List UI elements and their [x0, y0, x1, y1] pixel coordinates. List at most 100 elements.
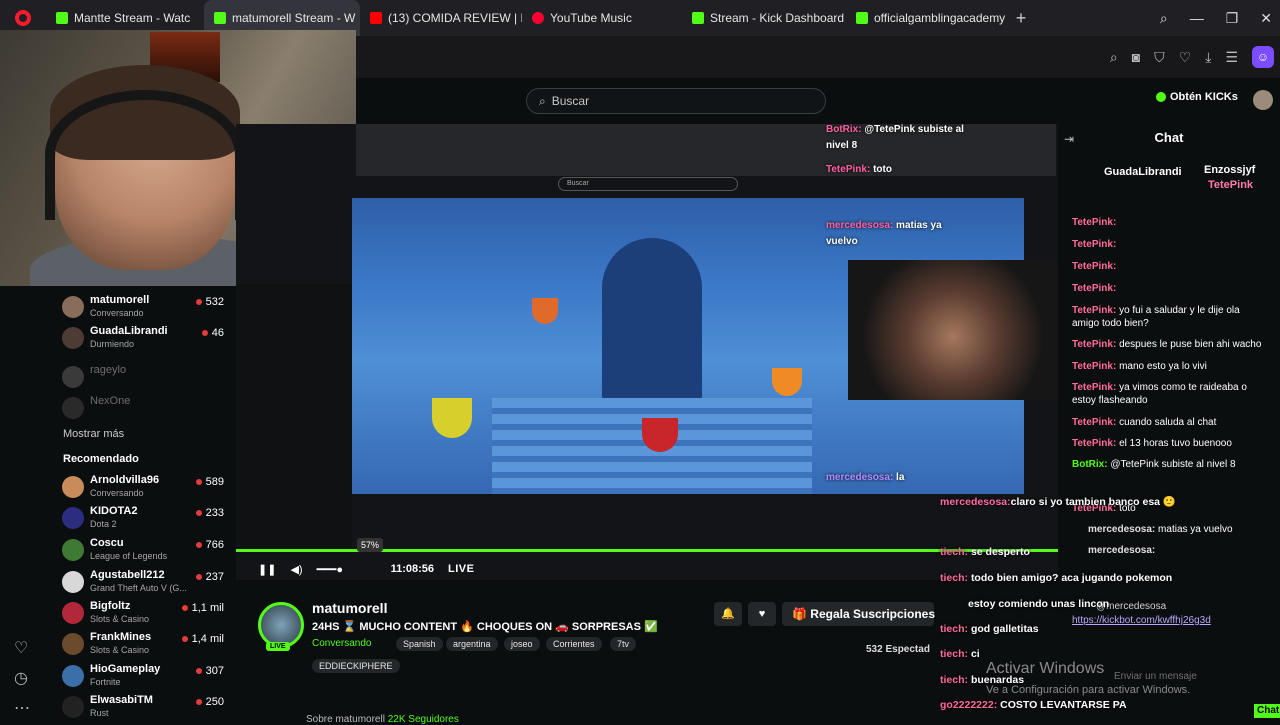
get-kicks-button[interactable]: Obtén KICKs — [1156, 91, 1238, 103]
channel-name: HioGameplay — [90, 663, 161, 675]
avatar — [62, 539, 84, 561]
menu-icon[interactable]: ☰ — [1225, 49, 1238, 66]
search-input[interactable]: ⌕ Buscar — [526, 88, 826, 114]
overlay-chat: BotRix: @TetePink subiste al nivel 8 Tet… — [826, 124, 1058, 580]
user-avatar[interactable] — [1253, 90, 1273, 110]
heart-icon[interactable]: ♡ — [1179, 49, 1192, 66]
browser-tab[interactable]: Stream - Kick Dashboard — [682, 0, 846, 36]
channel-name: ElwasabiTM — [90, 694, 153, 706]
avatar — [62, 296, 84, 318]
sidebar-channel[interactable]: GuadaLibrandi Durmiendo 46 — [62, 325, 226, 355]
stream-tag[interactable]: Spanish — [396, 637, 443, 651]
kick-header: ⌕ Buscar Obtén KICKs — [356, 78, 1280, 124]
browser-tab[interactable]: (13) COMIDA REVIEW | M — [360, 0, 522, 36]
streamer-name[interactable]: matumorell — [312, 600, 387, 616]
viewer-count: 237 — [196, 571, 224, 583]
gifter-name[interactable]: GuadaLibrandi — [1104, 166, 1182, 178]
kick-icon — [692, 12, 704, 24]
chat-message[interactable]: TetePink: — [1072, 282, 1116, 296]
send-chat-button[interactable]: Chat — [1254, 704, 1280, 718]
channel-category: Durmiendo — [90, 339, 135, 349]
yellow-pot — [432, 398, 472, 438]
viewer-count: 1,1 mil — [182, 602, 224, 614]
recommended-channel[interactable]: Bigfoltz Slots & Casino 1,1 mil — [62, 600, 226, 630]
overlay-chat-line: tiech: todo bien amigo? aca jugando poke… — [940, 572, 1173, 584]
sidebar-channel-offline[interactable]: rageylo — [62, 364, 226, 394]
show-more-link[interactable]: Mostrar más — [63, 428, 124, 440]
avatar — [62, 665, 84, 687]
chat-message[interactable]: BotRix: @TetePink subiste al nivel 8 — [1072, 458, 1236, 472]
channel-name: KIDOTA2 — [90, 505, 138, 517]
zoom-icon[interactable]: ⌕ — [1110, 49, 1118, 66]
minimize-icon[interactable]: — — [1190, 10, 1204, 26]
chat-input[interactable]: Enviar un mensaje — [1114, 670, 1197, 684]
chat-message-cont[interactable]: amigo todo bien? — [1072, 317, 1149, 331]
viewer-count: 250 — [196, 696, 224, 708]
history-icon[interactable]: ◷ — [14, 668, 28, 688]
chat-panel: ⇥ Chat GuadaLibrandi Enzossjyf TetePink … — [1058, 124, 1280, 720]
chat-message[interactable]: TetePink: — [1072, 260, 1116, 274]
recommended-channel[interactable]: Arnoldvilla96 Conversando 589 — [62, 474, 226, 504]
chat-link[interactable]: https://kickbot.com/kwffhj26g3d — [1072, 614, 1211, 628]
gift-icon: 🎁 — [792, 607, 807, 621]
search-tabs-icon[interactable]: ⌕ — [1160, 10, 1168, 27]
recommended-channel[interactable]: KIDOTA2 Dota 2 233 — [62, 505, 226, 535]
overlay-chat-line: vuelvo — [826, 236, 858, 247]
overlay-chat-line: mercedesosa: la — [826, 472, 905, 483]
chat-message[interactable]: mercedesosa: matias ya vuelvo — [1088, 523, 1233, 537]
chat-message-cont[interactable]: estoy flasheando — [1072, 394, 1148, 408]
chat-title: Chat — [1154, 130, 1184, 145]
profile-icon[interactable]: ☺ — [1252, 46, 1274, 68]
close-icon[interactable]: ✕ — [1260, 10, 1272, 27]
gift-subs-button[interactable]: 🎁 Regala Suscripciones — [782, 602, 935, 626]
camera-icon[interactable]: ◙ — [1132, 49, 1140, 65]
stream-tag[interactable]: argentina — [446, 637, 498, 651]
notification-bell-icon[interactable]: 🔔 — [714, 602, 742, 626]
download-icon[interactable]: ⤓ — [1205, 49, 1211, 66]
stream-category[interactable]: Conversando — [312, 638, 371, 649]
chat-message[interactable]: TetePink: — [1072, 216, 1116, 230]
youtube-icon — [370, 12, 382, 24]
sidebar-channel[interactable]: matumorell Conversando 532 — [62, 294, 226, 324]
orange-pot — [532, 298, 558, 324]
stream-tag[interactable]: joseo — [504, 637, 540, 651]
chat-message[interactable]: TetePink: ya vimos como te raideaba o — [1072, 381, 1247, 395]
chat-message[interactable]: mercedesosa: — [1088, 544, 1155, 558]
new-tab-plus-icon[interactable]: + — [1006, 8, 1036, 29]
follow-heart-icon[interactable]: ♥ — [748, 602, 776, 626]
stream-tag[interactable]: Corrientes — [546, 637, 602, 651]
volume-icon[interactable]: ◀) — [290, 563, 302, 576]
channel-category: League of Legends — [90, 551, 168, 561]
chat-message[interactable]: TetePink: cuando saluda al chat — [1072, 416, 1216, 430]
recommended-channel[interactable]: FrankMines Slots & Casino 1,4 mil — [62, 631, 226, 661]
shield-icon[interactable]: ⛉ — [1154, 49, 1165, 66]
stream-tag[interactable]: EDDIECKIPHERE — [312, 659, 400, 673]
more-icon[interactable]: ⋯ — [14, 698, 30, 718]
following-heart-icon[interactable]: ♡ — [14, 638, 28, 658]
chat-message[interactable]: TetePink: despues le puse bien ahi wacho — [1072, 338, 1261, 352]
pause-icon[interactable]: ❚❚ — [258, 563, 276, 576]
chat-message[interactable]: TetePink: mano esto ya lo vivi — [1072, 360, 1207, 374]
maximize-icon[interactable]: ❐ — [1226, 10, 1239, 27]
avatar — [62, 602, 84, 624]
gifter-name[interactable]: Enzossjyf — [1204, 164, 1255, 176]
chat-message[interactable]: TetePink: yo fui a saludar y le dije ola — [1072, 304, 1240, 318]
gifter-name[interactable]: TetePink — [1208, 179, 1253, 191]
browser-tab[interactable]: officialgamblingacademy — [846, 0, 1006, 36]
browser-tab[interactable]: YouTube Music — [522, 0, 682, 36]
sidebar-channel-offline[interactable]: NexOne — [62, 395, 226, 425]
video-player[interactable]: Buscar BotRix: @TetePink subiste al nive… — [236, 124, 1058, 580]
recommended-channel[interactable]: Agustabell212 Grand Theft Auto V (G... 2… — [62, 569, 226, 599]
stream-tag[interactable]: 7tv — [610, 637, 637, 651]
channel-category: Dota 2 — [90, 519, 117, 529]
recommended-channel[interactable]: Coscu League of Legends 766 — [62, 537, 226, 567]
overlay-chat-line: tiech: ci — [940, 648, 980, 660]
recommended-channel[interactable]: HioGameplay Fortnite 307 — [62, 663, 226, 693]
blue-archway — [602, 238, 702, 398]
channel-name: rageylo — [90, 364, 127, 376]
overlay-chat-line: tiech: god galletitas — [940, 623, 1039, 635]
live-indicator[interactable]: LIVE — [448, 563, 474, 575]
chat-message[interactable]: TetePink: el 13 horas tuvo buenooo — [1072, 437, 1232, 451]
chat-message[interactable]: TetePink: — [1072, 238, 1116, 252]
volume-slider[interactable]: ━━━● — [317, 563, 377, 576]
